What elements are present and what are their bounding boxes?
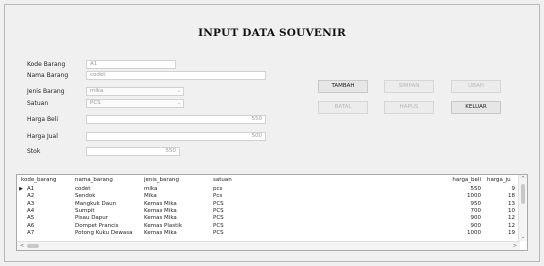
- col-header-harga-jual[interactable]: harga_ju: [487, 176, 515, 184]
- nama-label: Nama Barang: [27, 72, 69, 79]
- horizontal-scrollbar[interactable]: < >: [17, 241, 520, 250]
- simpan-button[interactable]: SIMPAN: [384, 80, 434, 93]
- chevron-down-icon: ⌄: [176, 100, 181, 106]
- scroll-up-icon[interactable]: ^: [519, 175, 527, 183]
- kode-field[interactable]: A1: [86, 60, 176, 69]
- data-grid[interactable]: kode_barang nama_barang jenis_barang sat…: [16, 174, 528, 251]
- nama-field[interactable]: codet: [86, 71, 266, 80]
- hapus-button[interactable]: HAPUS: [384, 101, 434, 114]
- harga-beli-field[interactable]: 550: [86, 115, 266, 124]
- satuan-select[interactable]: PCS ⌄: [86, 99, 184, 108]
- col-header-harga-beli[interactable]: harga_beli: [447, 176, 481, 184]
- cell-kode[interactable]: A7: [27, 229, 73, 237]
- harga-beli-label: Harga Beli: [27, 116, 59, 123]
- scroll-down-icon[interactable]: ⌄: [519, 233, 527, 241]
- jenis-select-value: mika: [90, 88, 104, 94]
- cell-satuan[interactable]: PCS: [213, 229, 253, 237]
- ubah-button[interactable]: UBAH: [451, 80, 501, 93]
- scroll-right-icon[interactable]: >: [511, 242, 519, 250]
- harga-jual-label: Harga Jual: [27, 133, 58, 140]
- scroll-left-icon[interactable]: <: [18, 242, 26, 250]
- jenis-select[interactable]: mika ⌄: [86, 87, 184, 96]
- col-header-kode[interactable]: kode_barang: [21, 176, 77, 184]
- chevron-down-icon: ⌄: [176, 88, 181, 94]
- col-header-nama[interactable]: nama_barang: [75, 176, 135, 184]
- vertical-scrollbar[interactable]: ^ ⌄: [518, 175, 527, 241]
- vertical-scroll-thumb[interactable]: [521, 184, 525, 204]
- stok-field[interactable]: 550: [86, 147, 180, 156]
- cell-harga-beli[interactable]: 1000: [447, 229, 481, 237]
- satuan-label: Satuan: [27, 100, 49, 107]
- batal-button[interactable]: BATAL: [318, 101, 368, 114]
- form-title: INPUT DATA SOUVENIR: [198, 27, 346, 39]
- col-header-jenis[interactable]: jenis_barang: [144, 176, 194, 184]
- horizontal-scroll-thumb[interactable]: [27, 244, 39, 248]
- cell-nama[interactable]: Potong Kuku Dewasa: [75, 229, 141, 237]
- keluar-button[interactable]: KELUAR: [451, 101, 501, 114]
- table-row[interactable]: A7 Potong Kuku Dewasa Kemas Mika PCS 1000 19: [17, 229, 517, 237]
- cell-harga-jual[interactable]: 19: [487, 229, 515, 237]
- harga-jual-field[interactable]: 500: [86, 132, 266, 141]
- grid-header: kode_barang nama_barang jenis_barang sat…: [17, 176, 517, 184]
- stok-label: Stok: [27, 148, 41, 155]
- cell-jenis[interactable]: Kemas Mika: [144, 229, 210, 237]
- jenis-label: Jenis Barang: [27, 88, 65, 95]
- col-header-satuan[interactable]: satuan: [213, 176, 253, 184]
- kode-label: Kode Barang: [27, 61, 66, 68]
- satuan-select-value: PCS: [90, 100, 101, 106]
- tambah-button[interactable]: TAMBAH: [318, 80, 368, 93]
